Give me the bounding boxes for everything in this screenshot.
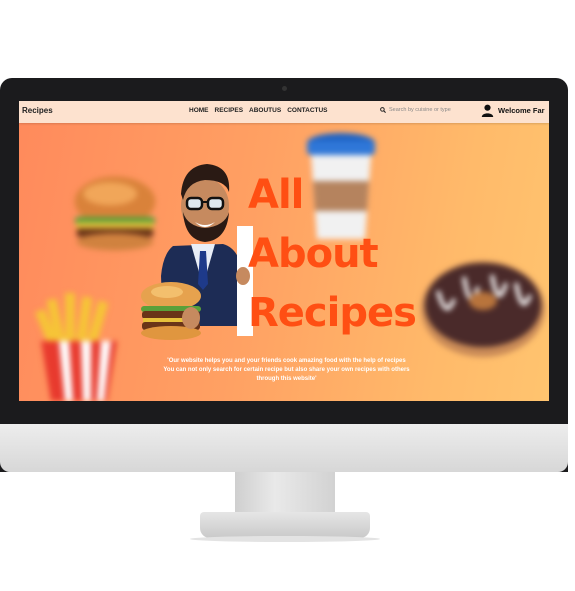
hero-title-line-2: About <box>248 231 379 277</box>
search-icon[interactable] <box>380 107 386 113</box>
nav-contactus[interactable]: CONTACTUS <box>287 107 327 114</box>
user-menu[interactable]: Welcome Far <box>481 104 545 117</box>
brand-logo[interactable]: Recipes <box>22 106 53 115</box>
search-bar[interactable] <box>380 107 469 113</box>
tagline-line-3: through this website' <box>256 376 317 382</box>
stand-shadow <box>190 536 380 542</box>
hero-title-line-3: Recipes <box>248 290 417 336</box>
nav-links: HOME RECIPES ABOUTUS CONTACTUS <box>189 107 328 114</box>
user-icon[interactable] <box>481 104 494 117</box>
monitor-camera <box>282 86 287 91</box>
monitor-stand-base <box>200 512 370 538</box>
tagline-line-2: You can not only search for certain reci… <box>163 367 410 373</box>
fries-image-blurred <box>35 293 117 401</box>
website-screen: Recipes HOME RECIPES ABOUTUS CONTACTUS W… <box>19 101 549 401</box>
chef-mascot-illustration <box>141 164 253 340</box>
search-input[interactable] <box>389 107 469 113</box>
hero-tagline: 'Our website helps you and your friends … <box>79 357 494 384</box>
nav-recipes[interactable]: RECIPES <box>215 107 244 114</box>
navbar: Recipes HOME RECIPES ABOUTUS CONTACTUS W… <box>19 101 549 123</box>
nav-home[interactable]: HOME <box>189 107 209 114</box>
nav-aboutus[interactable]: ABOUTUS <box>249 107 281 114</box>
hero-title: All About Recipes <box>248 166 448 343</box>
hero-title-line-1: All <box>248 172 304 218</box>
tagline-line-1: 'Our website helps you and your friends … <box>167 358 406 364</box>
welcome-text: Welcome Far <box>498 106 545 115</box>
monitor-chin <box>0 424 568 472</box>
